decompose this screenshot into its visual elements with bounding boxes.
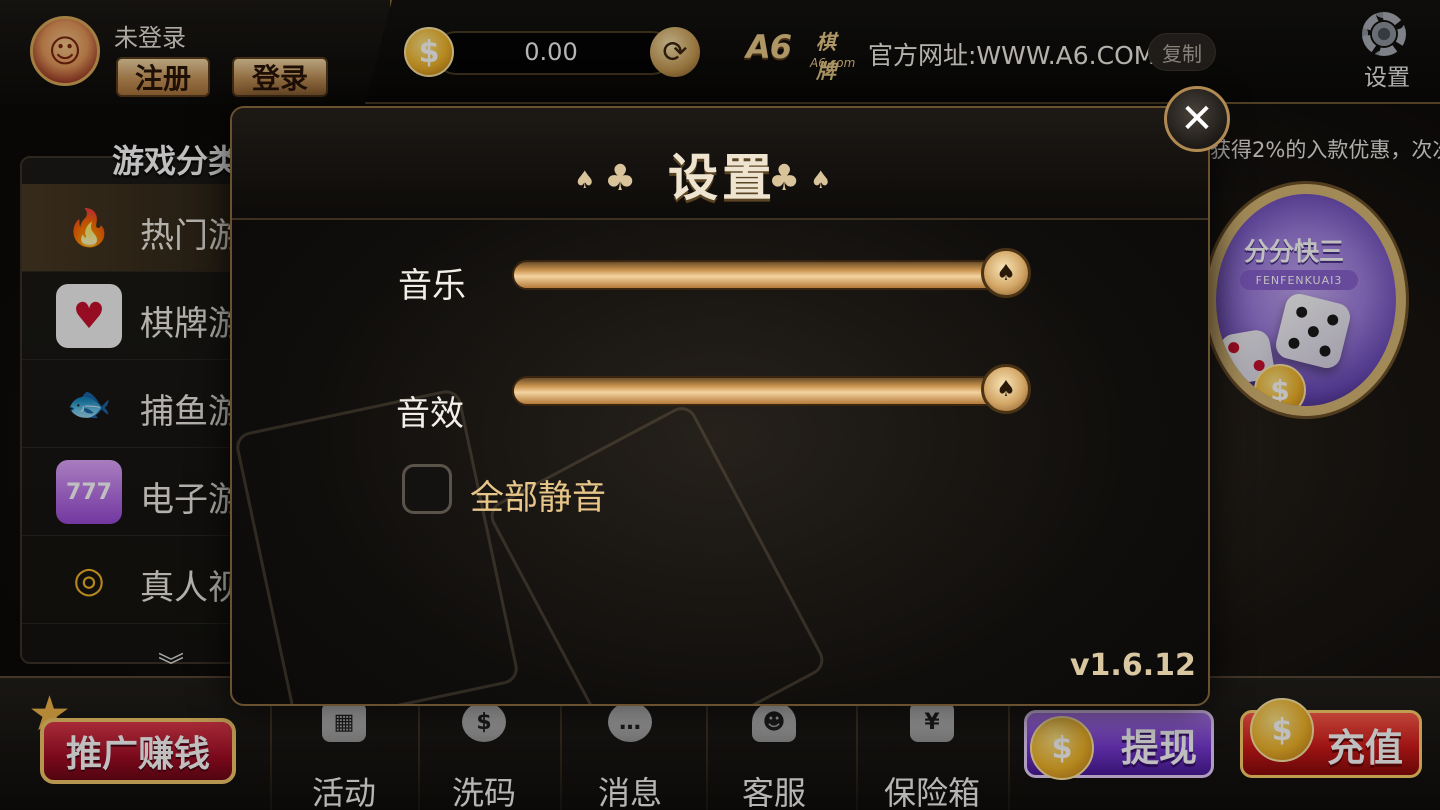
club-icon: ♣ <box>768 158 801 199</box>
sound-effects-slider-thumb[interactable]: ♠ <box>981 364 1031 414</box>
music-slider-thumb[interactable]: ♠ <box>981 248 1031 298</box>
spade-icon: ♠ <box>810 166 832 194</box>
card-outline <box>233 387 521 704</box>
sound-effects-slider[interactable] <box>512 376 1006 406</box>
sound-effects-label: 音效 <box>396 394 464 434</box>
mute-all-label[interactable]: 全部静音 <box>470 470 606 519</box>
mute-all-checkbox[interactable] <box>402 464 452 514</box>
card-watermark <box>233 387 882 704</box>
modal-header: ♠ ♣ 设置 ♣ ♠ <box>232 108 1208 220</box>
music-slider[interactable] <box>512 260 1006 290</box>
modal-title: 设置 <box>668 149 776 207</box>
settings-modal: ♠ ♣ 设置 ♣ ♠ 音乐 ♠ 音效 ♠ 全部静音 v1.6.12 <box>230 106 1210 706</box>
card-outline <box>485 401 829 704</box>
close-icon[interactable]: ✕ <box>1164 86 1230 152</box>
music-label: 音乐 <box>398 266 466 306</box>
version-text: v1.6.12 <box>1070 648 1196 683</box>
